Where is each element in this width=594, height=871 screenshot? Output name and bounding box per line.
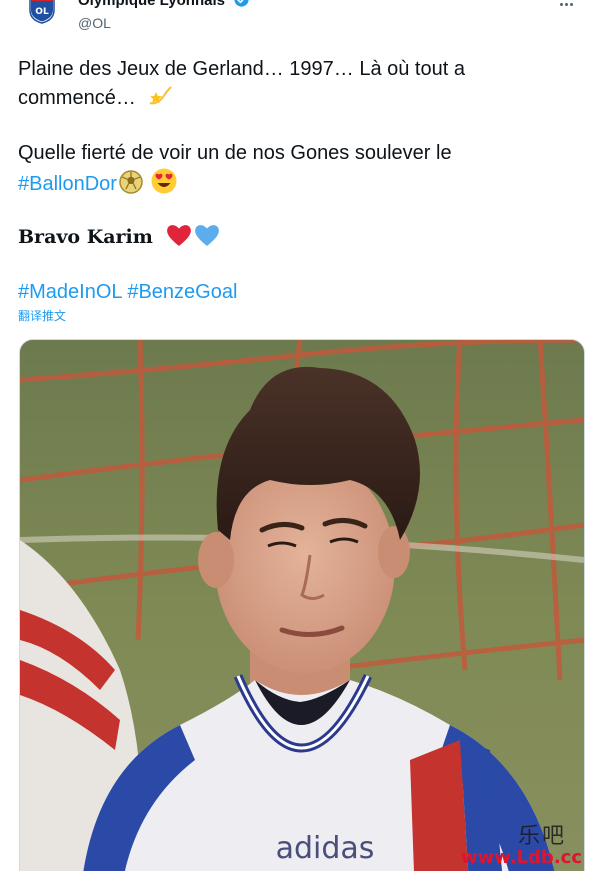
soccer-ball-emoji-icon [118,169,144,203]
jersey-brand-text: adidas [276,831,375,866]
bravo-text: Bravo Karim [18,226,153,248]
tweet-text-line-3: Quelle fierté de voir un de nos Gones so… [18,142,452,164]
svg-text:OL: OL [35,7,49,17]
hashtag-benzegoal[interactable]: #BenzeGoal [127,281,237,303]
heart-eyes-emoji-icon [150,167,178,203]
tweet-header: OL Olympique Lyonnais @OL [0,0,594,34]
author-handle[interactable]: @OL [78,15,111,31]
red-heart-emoji-icon [165,222,193,256]
hashtag-madeinol[interactable]: #MadeInOL [18,281,122,303]
watermark-text: www.Ldb.cc [461,847,582,868]
tweet-card[interactable]: OL Olympique Lyonnais @OL Plaine des Jeu… [0,0,594,871]
hashtag-ballondor[interactable]: #BallonDor [18,173,117,195]
translate-tweet-link[interactable]: 翻译推文 [18,308,66,324]
tweet-hashtags-line: #MadeInOL #BenzeGoal [18,278,237,306]
watermark-logo: 乐吧 [517,824,566,849]
blue-heart-emoji-icon [193,222,221,256]
tweet-text-line-2-text: commencé… [18,87,136,109]
tweet-photo[interactable]: adidas [19,339,585,871]
more-options-icon[interactable] [560,0,580,7]
author-name[interactable]: Olympique Lyonnais [78,0,250,10]
tweet-text-line-2: commencé… [18,83,173,117]
tweet-text-line-4: #BallonDor [18,167,178,203]
verified-badge-icon [233,0,250,8]
author-name-text[interactable]: Olympique Lyonnais [78,0,225,9]
ol-crest-icon[interactable]: OL [26,0,58,24]
tweet-text-line-1: Plaine des Jeux de Gerland… 1997… Là où … [18,58,465,80]
tweet-text-bravo: Bravo Karim [18,222,221,256]
dizzy-star-emoji-icon [147,83,173,117]
